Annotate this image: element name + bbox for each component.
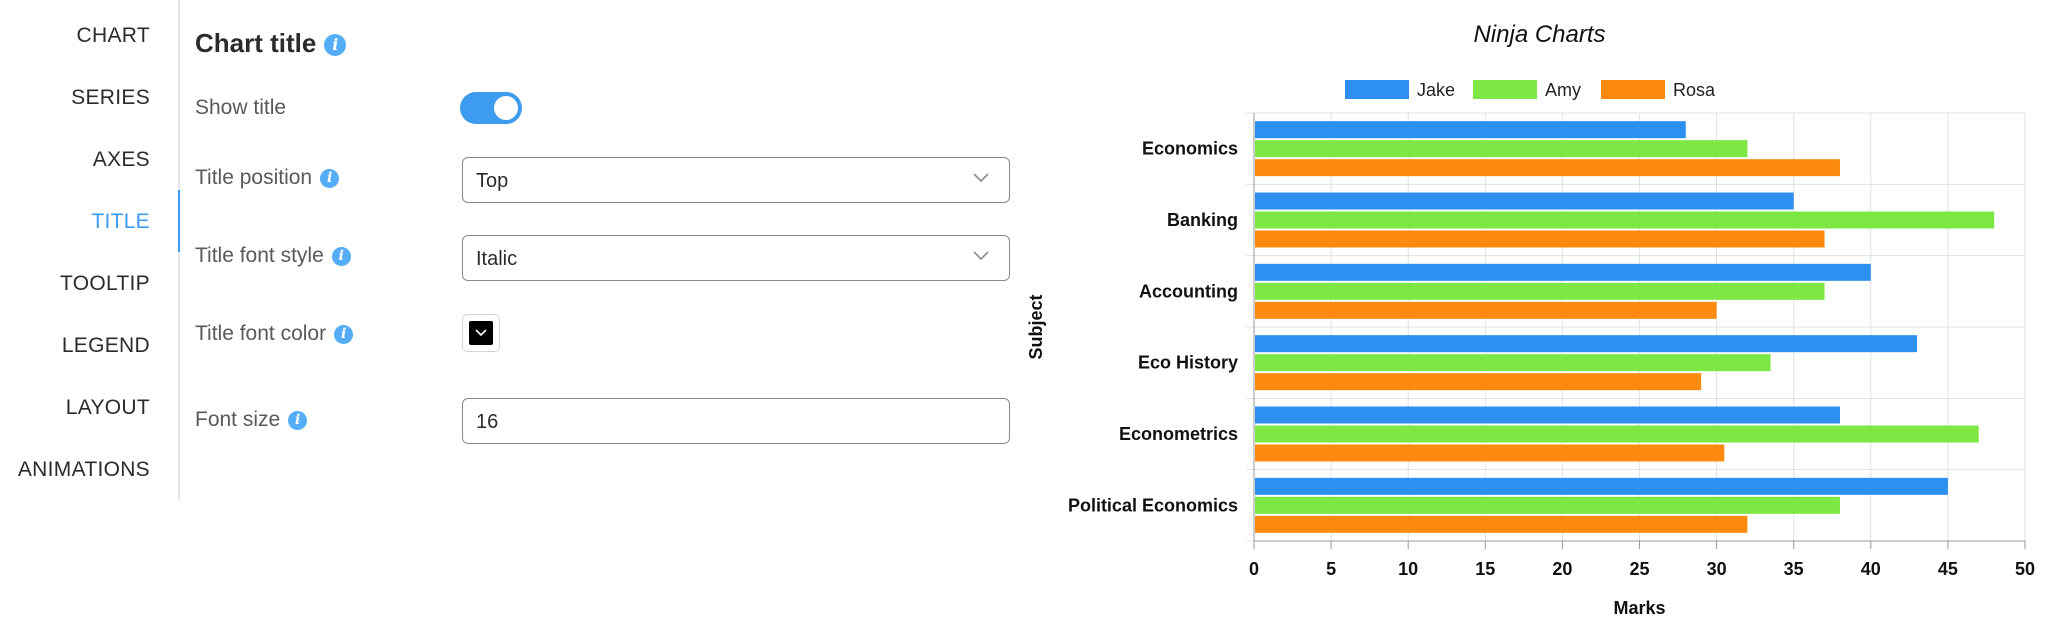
bar-rosa xyxy=(1255,373,1702,391)
title-font-style-value: Italic xyxy=(476,248,518,270)
bar-rosa xyxy=(1255,230,1825,248)
legend-label-amy: Amy xyxy=(1545,80,1581,100)
bar-rosa xyxy=(1255,444,1725,462)
title-font-style-label-text: Title font style xyxy=(195,244,324,267)
bar-rosa xyxy=(1255,159,1840,177)
sidebar-item-animations[interactable]: ANIMATIONS xyxy=(18,458,150,482)
title-position-label-text: Title position xyxy=(195,166,313,189)
x-tick-label: 35 xyxy=(1784,559,1804,579)
chevron-down-icon xyxy=(973,173,989,183)
x-tick-label: 10 xyxy=(1398,559,1418,579)
y-tick-label: Political Economics xyxy=(1068,495,1238,515)
info-icon[interactable]: i xyxy=(334,324,354,344)
section-title-text: Chart title xyxy=(195,28,317,58)
bar-jake xyxy=(1255,477,1948,495)
info-icon[interactable]: i xyxy=(324,34,347,57)
y-tick-label: Banking xyxy=(1167,210,1238,230)
sidebar-item-chart[interactable]: CHART xyxy=(77,24,150,48)
chart-title: Ninja Charts xyxy=(1473,21,1605,48)
legend-label-jake: Jake xyxy=(1417,80,1455,100)
x-tick-label: 50 xyxy=(2015,559,2035,579)
sidebar-item-series[interactable]: SERIES xyxy=(71,86,150,110)
x-tick-label: 25 xyxy=(1629,559,1649,579)
y-tick-label: Economics xyxy=(1142,139,1238,159)
font-size-input[interactable]: 16 xyxy=(462,398,1010,444)
toggle-knob xyxy=(494,96,518,120)
x-tick-label: 40 xyxy=(1861,559,1881,579)
bar-rosa xyxy=(1255,301,1717,319)
y-tick-label: Accounting xyxy=(1139,281,1238,301)
x-tick-label: 15 xyxy=(1475,559,1495,579)
title-font-style-label: Title font style i xyxy=(195,244,351,268)
sidebar-item-axes[interactable]: AXES xyxy=(93,148,150,172)
legend-swatch-amy xyxy=(1473,80,1537,99)
bar-jake xyxy=(1255,406,1840,424)
show-title-label: Show title xyxy=(195,96,287,119)
title-position-label: Title position i xyxy=(195,166,340,190)
show-title-toggle[interactable] xyxy=(460,92,522,124)
y-tick-label: Eco History xyxy=(1138,353,1238,373)
info-icon[interactable]: i xyxy=(331,246,351,266)
y-axis-label: Subject xyxy=(1026,294,1046,359)
title-position-value: Top xyxy=(476,170,509,192)
bar-chart: Ninja Charts Jake Amy Rosa 0 5 10 15 20 25 30 35 40 4… xyxy=(1026,21,2035,618)
x-tick-label: 5 xyxy=(1326,559,1336,579)
sidebar-item-legend[interactable]: LEGEND xyxy=(62,334,150,358)
section-title: Chart title i xyxy=(195,28,347,59)
bar-jake xyxy=(1255,192,1794,210)
legend-swatch-jake xyxy=(1345,80,1409,99)
info-icon[interactable]: i xyxy=(288,410,308,430)
bar-rosa xyxy=(1255,515,1748,533)
title-settings-panel: Chart title i Show title Title position i … xyxy=(195,0,1015,500)
bar-amy xyxy=(1255,425,1979,443)
x-tick-label: 45 xyxy=(1938,559,1958,579)
x-tick-label: 30 xyxy=(1707,559,1727,579)
bar-jake xyxy=(1255,121,1686,139)
sidebar-active-indicator xyxy=(178,190,180,252)
info-icon[interactable]: i xyxy=(320,168,340,188)
bar-amy xyxy=(1255,354,1771,372)
legend-label-rosa: Rosa xyxy=(1673,80,1716,100)
chart-preview: Ninja Charts Jake Amy Rosa 0 5 10 15 20 25 30 35 40 4… xyxy=(1020,0,2048,627)
font-size-label: Font size i xyxy=(195,408,308,432)
title-font-color-label-text: Title font color xyxy=(195,322,327,345)
bar-amy xyxy=(1255,496,1840,514)
title-font-color-picker[interactable] xyxy=(462,314,500,352)
chevron-down-icon xyxy=(475,329,487,337)
bar-jake xyxy=(1255,263,1871,281)
title-font-style-select[interactable]: Italic xyxy=(462,235,1010,281)
sidebar-item-title[interactable]: TITLE xyxy=(91,210,150,234)
font-size-value: 16 xyxy=(476,411,499,433)
font-size-label-text: Font size xyxy=(195,408,281,431)
bar-amy xyxy=(1255,140,1748,158)
x-tick-label: 20 xyxy=(1552,559,1572,579)
bar-amy xyxy=(1255,282,1825,300)
legend-swatch-rosa xyxy=(1601,80,1665,99)
y-tick-label: Econometrics xyxy=(1119,424,1238,444)
x-tick-label: 0 xyxy=(1249,559,1259,579)
bar-amy xyxy=(1255,211,1995,229)
chevron-down-icon xyxy=(973,251,989,261)
sidebar-item-layout[interactable]: LAYOUT xyxy=(66,396,150,420)
sidebar-item-tooltip[interactable]: TOOLTIP xyxy=(60,272,150,296)
title-font-color-label: Title font color i xyxy=(195,322,354,346)
x-axis-label: Marks xyxy=(1613,598,1665,618)
settings-sidebar: CHART SERIES AXES TITLE TOOLTIP LEGEND L… xyxy=(0,0,180,500)
bar-jake xyxy=(1255,335,1918,353)
title-position-select[interactable]: Top xyxy=(462,157,1010,203)
